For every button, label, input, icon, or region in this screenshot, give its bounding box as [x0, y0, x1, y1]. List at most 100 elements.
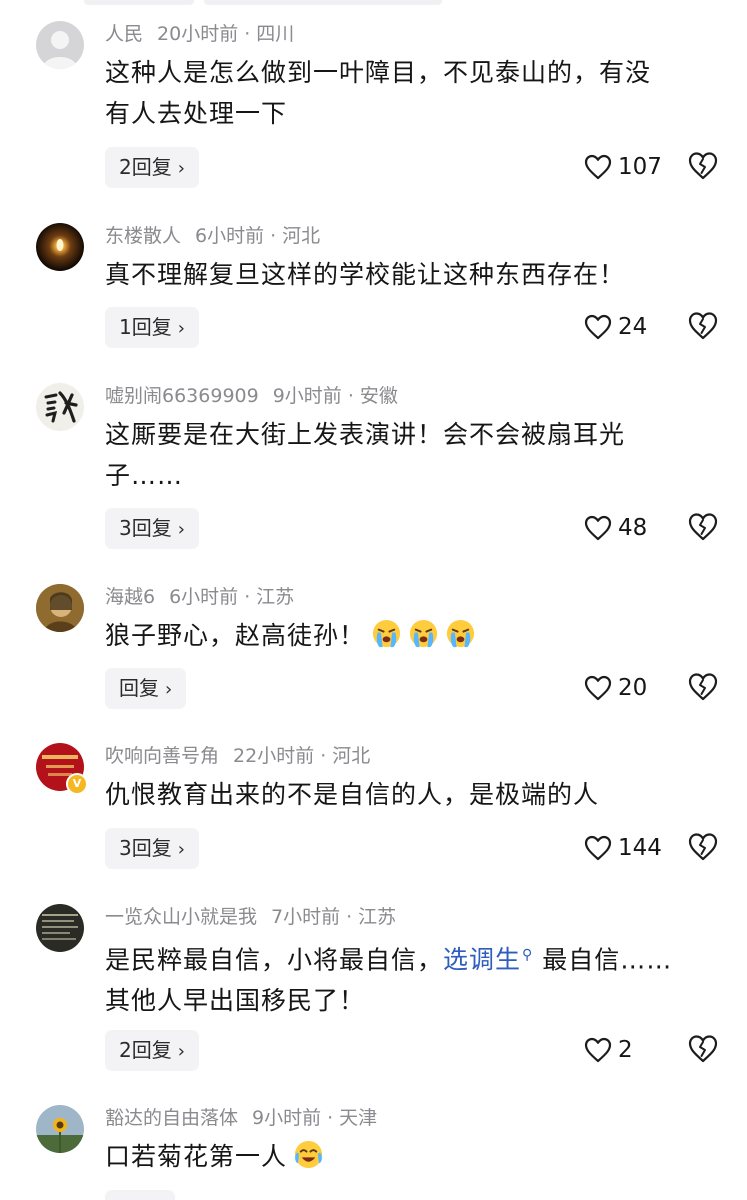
calligraphy-character-avatar-icon	[36, 383, 84, 431]
broken-heart-icon	[688, 312, 718, 340]
comment-line: 口若菊花第一人	[105, 1136, 705, 1177]
comment-meta: 吹响向善号角 22小时前 · 河北	[105, 743, 370, 769]
comment-time: 6小时前	[195, 225, 265, 247]
comment-location: 江苏	[358, 906, 397, 928]
avatar[interactable]	[36, 1105, 84, 1153]
username[interactable]: 人民	[105, 23, 143, 45]
like-button[interactable]: 24	[584, 310, 647, 344]
search-icon: ⚲	[522, 947, 534, 963]
comment-time: 9小时前	[272, 385, 342, 407]
crying-face-emoji-icon	[445, 618, 476, 649]
broken-heart-icon	[688, 513, 718, 541]
verified-badge-icon: V	[66, 773, 88, 795]
painting-portrait-avatar-icon	[36, 584, 84, 632]
chevron-right-icon: ›	[165, 679, 173, 700]
chevron-right-icon: ›	[177, 1041, 185, 1062]
like-button[interactable]: 144	[584, 831, 662, 865]
comment-time: 22小时前	[233, 745, 315, 767]
broken-heart-icon	[688, 833, 718, 861]
dislike-button[interactable]	[687, 832, 719, 864]
heart-icon	[584, 154, 612, 180]
reply-count-label: 1回复	[119, 315, 172, 339]
reply-button-partial[interactable]	[105, 1190, 175, 1200]
dislike-button[interactable]	[687, 672, 719, 704]
username[interactable]: 东楼散人	[105, 225, 181, 247]
broken-heart-icon	[688, 673, 718, 701]
default-user-avatar-icon	[36, 21, 84, 69]
broken-heart-icon	[688, 152, 718, 180]
like-count: 24	[618, 314, 648, 340]
heart-icon	[584, 515, 612, 541]
username[interactable]: 嘘别闹66369909	[105, 385, 259, 407]
search-keyword-text: 选调生	[443, 945, 522, 975]
reply-count-label: 3回复	[119, 516, 172, 540]
comment-line: 有人去处理一下	[105, 99, 288, 128]
top-divider	[0, 0, 747, 6]
comment-meta: 人民 20小时前 · 四川	[105, 21, 294, 47]
separator-dot: ·	[244, 586, 251, 608]
like-count: 20	[618, 675, 648, 701]
reply-count-label: 2回复	[119, 155, 172, 179]
comment-text: 是民粹最自信，小将最自信，选调生⚲ 最自信…… 其他人早出国移民了！	[105, 935, 705, 1021]
comment-line-text: 狼子野心，赵高徒孙！	[105, 621, 366, 650]
comment-line: 仇恨教育出来的不是自信的人，是极端的人	[105, 780, 600, 809]
like-count: 107	[618, 154, 662, 180]
dislike-button[interactable]	[687, 1034, 719, 1066]
heart-icon	[584, 314, 612, 340]
username[interactable]: 海越6	[105, 586, 155, 608]
avatar[interactable]	[36, 584, 84, 632]
dislike-button[interactable]	[687, 151, 719, 183]
reply-count-label: 3回复	[119, 836, 172, 860]
comment-text: 仇恨教育出来的不是自信的人，是极端的人	[105, 774, 705, 815]
view-replies-button[interactable]: 2回复 ›	[105, 1030, 199, 1071]
username[interactable]: 一览众山小就是我	[105, 906, 257, 928]
candle-light-avatar-icon	[36, 223, 84, 271]
comment-line: 狼子野心，赵高徒孙！	[105, 615, 705, 656]
chevron-right-icon: ›	[177, 318, 185, 339]
comment-meta: 嘘别闹66369909 9小时前 · 安徽	[105, 383, 398, 409]
heart-icon	[584, 1037, 612, 1063]
comment-list-page: 人民 20小时前 · 四川 这种人是怎么做到一叶障目，不见泰山的，有没 有人去处理一下…	[0, 0, 747, 1200]
comment-location: 四川	[256, 23, 295, 45]
comment-line-text: 口若菊花第一人	[105, 1142, 288, 1171]
comment-time: 6小时前	[169, 586, 239, 608]
comment-meta: 海越6 6小时前 · 江苏	[105, 584, 294, 610]
separator-dot: ·	[320, 745, 327, 767]
username[interactable]: 豁达的自由落体	[105, 1107, 238, 1129]
avatar[interactable]	[36, 223, 84, 271]
reply-button[interactable]: 回复 ›	[105, 668, 187, 709]
comment-line: 是民粹最自信，小将最自信，选调生⚲ 最自信……	[105, 935, 705, 980]
chevron-right-icon: ›	[177, 519, 185, 540]
search-keyword-link[interactable]: 选调生⚲	[443, 945, 533, 974]
comment-text: 狼子野心，赵高徒孙！	[105, 615, 705, 656]
dark-text-avatar-icon	[36, 904, 84, 952]
comment-text-segment: 是民粹最自信，小将最自信，	[105, 945, 444, 975]
sunflower-avatar-icon	[36, 1105, 84, 1153]
reply-count-label: 2回复	[119, 1038, 172, 1062]
comment-time: 20小时前	[157, 23, 239, 45]
chevron-right-icon: ›	[177, 839, 185, 860]
reply-label: 回复	[119, 676, 159, 700]
like-button[interactable]: 48	[584, 511, 647, 545]
view-replies-button[interactable]: 2回复 ›	[105, 147, 199, 188]
view-replies-button[interactable]: 3回复 ›	[105, 508, 199, 549]
view-replies-button[interactable]: 1回复 ›	[105, 307, 199, 348]
avatar[interactable]	[36, 383, 84, 431]
avatar[interactable]	[36, 21, 84, 69]
like-button[interactable]: 107	[584, 150, 662, 184]
chevron-right-icon: ›	[177, 158, 185, 179]
like-button[interactable]: 20	[584, 671, 647, 705]
separator-dot: ·	[346, 906, 353, 928]
dislike-button[interactable]	[687, 512, 719, 544]
comment-meta: 豁达的自由落体 9小时前 · 天津	[105, 1105, 377, 1131]
like-count: 48	[618, 515, 648, 541]
username[interactable]: 吹响向善号角	[105, 745, 219, 767]
laughing-crying-emoji-icon	[293, 1139, 324, 1170]
comment-meta: 东楼散人 6小时前 · 河北	[105, 223, 320, 249]
dislike-button[interactable]	[687, 311, 719, 343]
comment-line: 真不理解复旦这样的学校能让这种东西存在！	[105, 260, 626, 289]
view-replies-button[interactable]: 3回复 ›	[105, 828, 199, 869]
like-button[interactable]: 2	[584, 1033, 633, 1067]
avatar[interactable]	[36, 904, 84, 952]
comment-text: 真不理解复旦这样的学校能让这种东西存在！	[105, 254, 705, 295]
